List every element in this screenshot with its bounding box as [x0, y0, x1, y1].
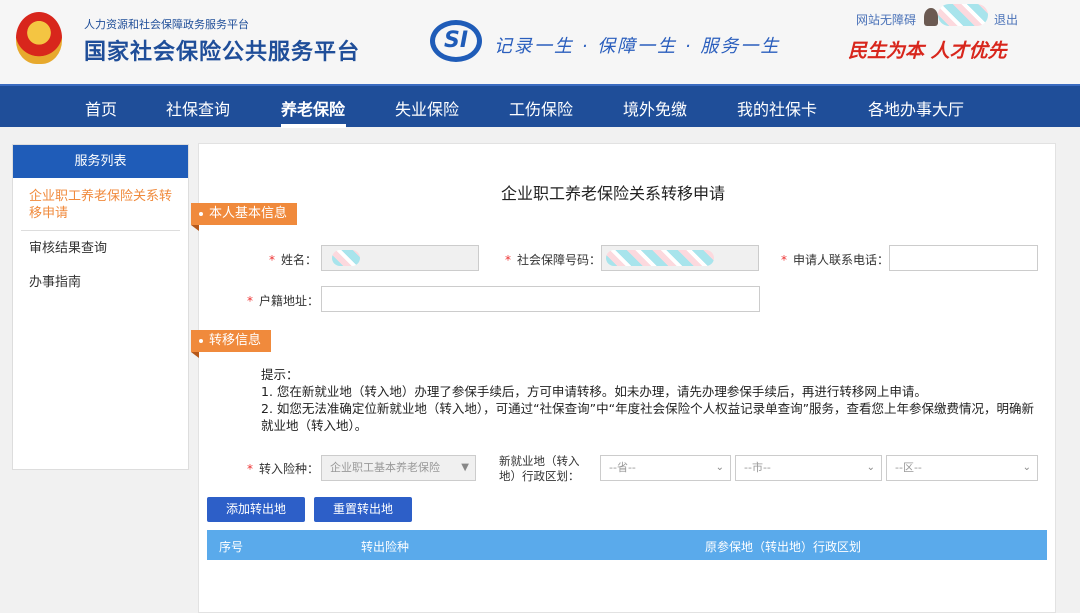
- nav-overseas[interactable]: 境外免缴: [623, 96, 687, 120]
- nav-my-card[interactable]: 我的社保卡: [737, 96, 817, 120]
- ssn-field: [601, 245, 759, 271]
- chevron-down-icon: ⌄: [1022, 462, 1031, 473]
- site-subtitle: 人力资源和社会保障政务服务平台: [84, 18, 249, 31]
- sidebar-title: 服务列表: [13, 145, 188, 178]
- active-nav-indicator: [281, 124, 346, 128]
- user-avatar-icon: [924, 8, 938, 26]
- tips-title: 提示：: [261, 367, 299, 382]
- insurance-type-value: 企业职工基本养老保险: [330, 461, 440, 474]
- slogan: 记录一生 · 保障一生 · 服务一生: [494, 36, 781, 57]
- reset-source-button[interactable]: 重置转出地: [314, 497, 412, 522]
- chevron-down-icon: ⌄: [715, 462, 724, 473]
- header: 人力资源和社会保障政务服务平台 国家社会保险公共服务平台 SI 记录一生 · 保…: [0, 0, 1080, 84]
- section-transfer-info: 转移信息: [191, 330, 272, 358]
- site-title[interactable]: 国家社会保险公共服务平台: [84, 34, 360, 66]
- phone-label: 申请人联系电话：: [793, 253, 890, 267]
- section-basic-info: 本人基本信息: [191, 203, 298, 231]
- caret-down-icon: ▼: [461, 462, 469, 473]
- tip-1: 1. 您在新就业地（转入地）办理了参保手续后，方可申请转移。如未办理，请先办理参…: [261, 384, 927, 399]
- logout-link[interactable]: 退出: [994, 11, 1018, 28]
- chevron-down-icon: ⌄: [866, 462, 875, 473]
- district-select[interactable]: --区-- ⌄: [886, 455, 1038, 481]
- province-value: --省--: [609, 461, 636, 474]
- city-value: --市--: [744, 461, 771, 474]
- nav-query[interactable]: 社保查询: [166, 96, 230, 120]
- nav-injury[interactable]: 工伤保险: [509, 96, 573, 120]
- motto: 民生为本 人才优先: [848, 40, 1007, 62]
- nav-home[interactable]: 首页: [85, 96, 117, 120]
- accessibility-link[interactable]: 网站无障碍: [856, 11, 916, 28]
- sidebar-item-transfer-apply[interactable]: 企业职工养老保险关系转移申请: [13, 188, 178, 222]
- main-panel: 企业职工养老保险关系转移申请 本人基本信息 * 姓名： * 社会保障号码： * 申请人…: [191, 143, 1056, 613]
- insurance-type-select: 企业职工基本养老保险 ▼: [321, 455, 476, 481]
- col-region: 原参保地（转出地）行政区划: [705, 540, 862, 554]
- sidebar-item-review-result[interactable]: 审核结果查询: [13, 240, 188, 257]
- col-insurance: 转出险种: [361, 540, 410, 554]
- city-select[interactable]: --市-- ⌄: [735, 455, 882, 481]
- district-value: --区--: [895, 461, 922, 474]
- ssn-label: 社会保障号码：: [517, 253, 602, 267]
- name-field: [321, 245, 479, 271]
- main-nav: 首页 社保查询 养老保险 失业保险 工伤保险 境外免缴 我的社保卡 各地办事大厅: [0, 84, 1080, 128]
- name-label: 姓名：: [281, 253, 318, 267]
- page-title: 企业职工养老保险关系转移申请: [501, 184, 726, 203]
- nav-local-halls[interactable]: 各地办事大厅: [868, 96, 964, 120]
- tip-2: 2. 如您无法准确定位新就业地（转入地），可通过“社保查询”中“年度社会保险个人…: [261, 401, 1035, 433]
- table-header: 序号 转出险种 原参保地（转出地）行政区划: [207, 530, 1047, 560]
- province-select[interactable]: --省-- ⌄: [600, 455, 731, 481]
- region-label-2: 地）行政区划：: [499, 469, 580, 483]
- sidebar-item-guide[interactable]: 办事指南: [13, 274, 188, 291]
- si-logo: SI: [430, 20, 482, 62]
- service-sidebar: 服务列表 企业职工养老保险关系转移申请 审核结果查询 办事指南: [12, 144, 189, 470]
- national-emblem-logo: [16, 12, 62, 64]
- region-label-1: 新就业地（转入: [499, 454, 580, 468]
- redacted-username: [938, 4, 988, 26]
- insurance-type-label: 转入险种：: [259, 462, 320, 476]
- tips: 提示： 1. 您在新就业地（转入地）办理了参保手续后，方可申请转移。如未办理，请…: [261, 366, 1041, 434]
- add-source-button[interactable]: 添加转出地: [207, 497, 305, 522]
- nav-pension[interactable]: 养老保险: [281, 96, 345, 120]
- address-label: 户籍地址：: [259, 294, 320, 308]
- address-input[interactable]: [321, 286, 760, 312]
- nav-unemployment[interactable]: 失业保险: [395, 96, 459, 120]
- col-index: 序号: [219, 540, 244, 554]
- phone-input[interactable]: [889, 245, 1038, 271]
